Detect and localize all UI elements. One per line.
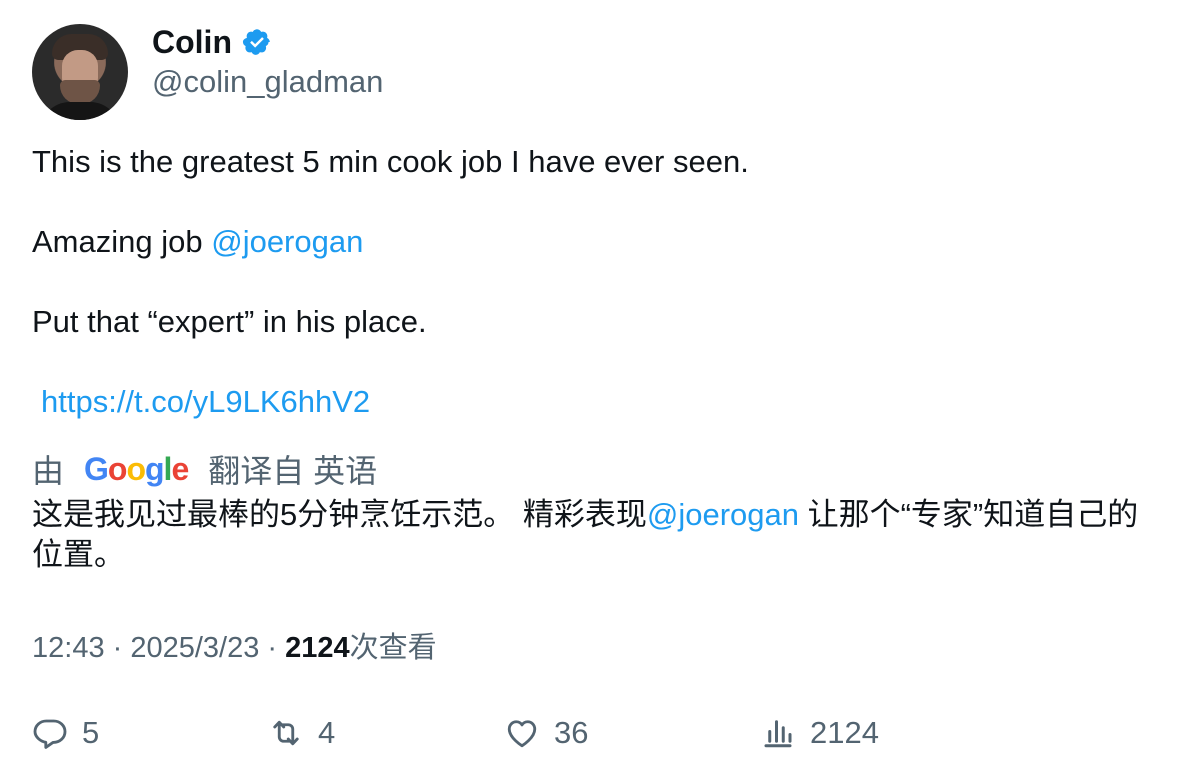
author-name[interactable]: Colin	[152, 24, 232, 61]
like-count: 36	[554, 715, 589, 750]
tweet-url-link[interactable]: https://t.co/yL9LK6hhV2	[41, 384, 370, 420]
tweet-text-line2: Amazing job @joerogan	[32, 224, 363, 260]
google-logo-letter: e	[171, 450, 189, 487]
views-action-count: 2124	[810, 715, 879, 750]
google-logo-letter: o	[107, 450, 128, 487]
tweet-date[interactable]: 2025/3/23	[130, 632, 259, 664]
author-handle[interactable]: @colin_gladman	[152, 64, 383, 100]
views-count: 2124	[285, 632, 350, 664]
retweet-button[interactable]: 4	[268, 708, 335, 758]
mention-link[interactable]: @joerogan	[211, 224, 363, 259]
heart-icon	[507, 720, 537, 748]
tweet-url-text[interactable]: https://t.co/yL9LK6hhV2	[41, 384, 370, 419]
translated-by-prefix: 由	[32, 453, 65, 489]
author-name-row: Colin	[152, 22, 272, 62]
analytics-icon	[764, 720, 792, 748]
reply-button[interactable]: 5	[32, 708, 99, 758]
avatar-beard	[60, 80, 100, 104]
google-logo-letter: o	[126, 450, 146, 487]
reply-count: 5	[82, 715, 100, 750]
like-button[interactable]: 36	[504, 708, 588, 758]
translated-by-row: 由 Google 翻译自 英语	[32, 446, 377, 492]
translated-text: 这是我见过最棒的5分钟烹饪示范。 精彩表现@joerogan 让那个“专家”知道…	[32, 495, 1162, 575]
tweet-text-line2-prefix: Amazing job	[32, 224, 212, 259]
tweet-text-line1: This is the greatest 5 min cook job I ha…	[32, 144, 749, 179]
reply-icon	[33, 719, 67, 749]
avatar-shirt	[40, 102, 120, 120]
tweet-text-line3: Put that “expert” in his place.	[32, 304, 427, 339]
google-logo-letter: G	[84, 450, 109, 487]
translated-mention-link[interactable]: @joerogan	[647, 497, 799, 532]
avatar[interactable]	[32, 24, 128, 120]
translated-text-part1: 这是我见过最棒的5分钟烹饪示范。 精彩表现	[32, 497, 647, 532]
retweet-count: 4	[318, 715, 336, 750]
verified-badge-icon	[242, 29, 270, 55]
meta-separator: ·	[259, 632, 286, 664]
retweet-icon	[273, 720, 299, 746]
meta-separator: ·	[104, 632, 131, 664]
google-logo[interactable]: Google	[84, 450, 189, 488]
action-bar: 5 4 36 2124	[0, 708, 1196, 758]
tweet-meta: 12:43 · 2025/3/23 · 2124次查看	[32, 624, 437, 666]
views-button[interactable]: 2124	[760, 708, 879, 758]
views-label: 次查看	[349, 632, 437, 664]
tweet-time[interactable]: 12:43	[32, 632, 105, 664]
google-logo-letter: g	[145, 450, 165, 487]
translated-from-label: 翻译自 英语	[208, 453, 378, 489]
